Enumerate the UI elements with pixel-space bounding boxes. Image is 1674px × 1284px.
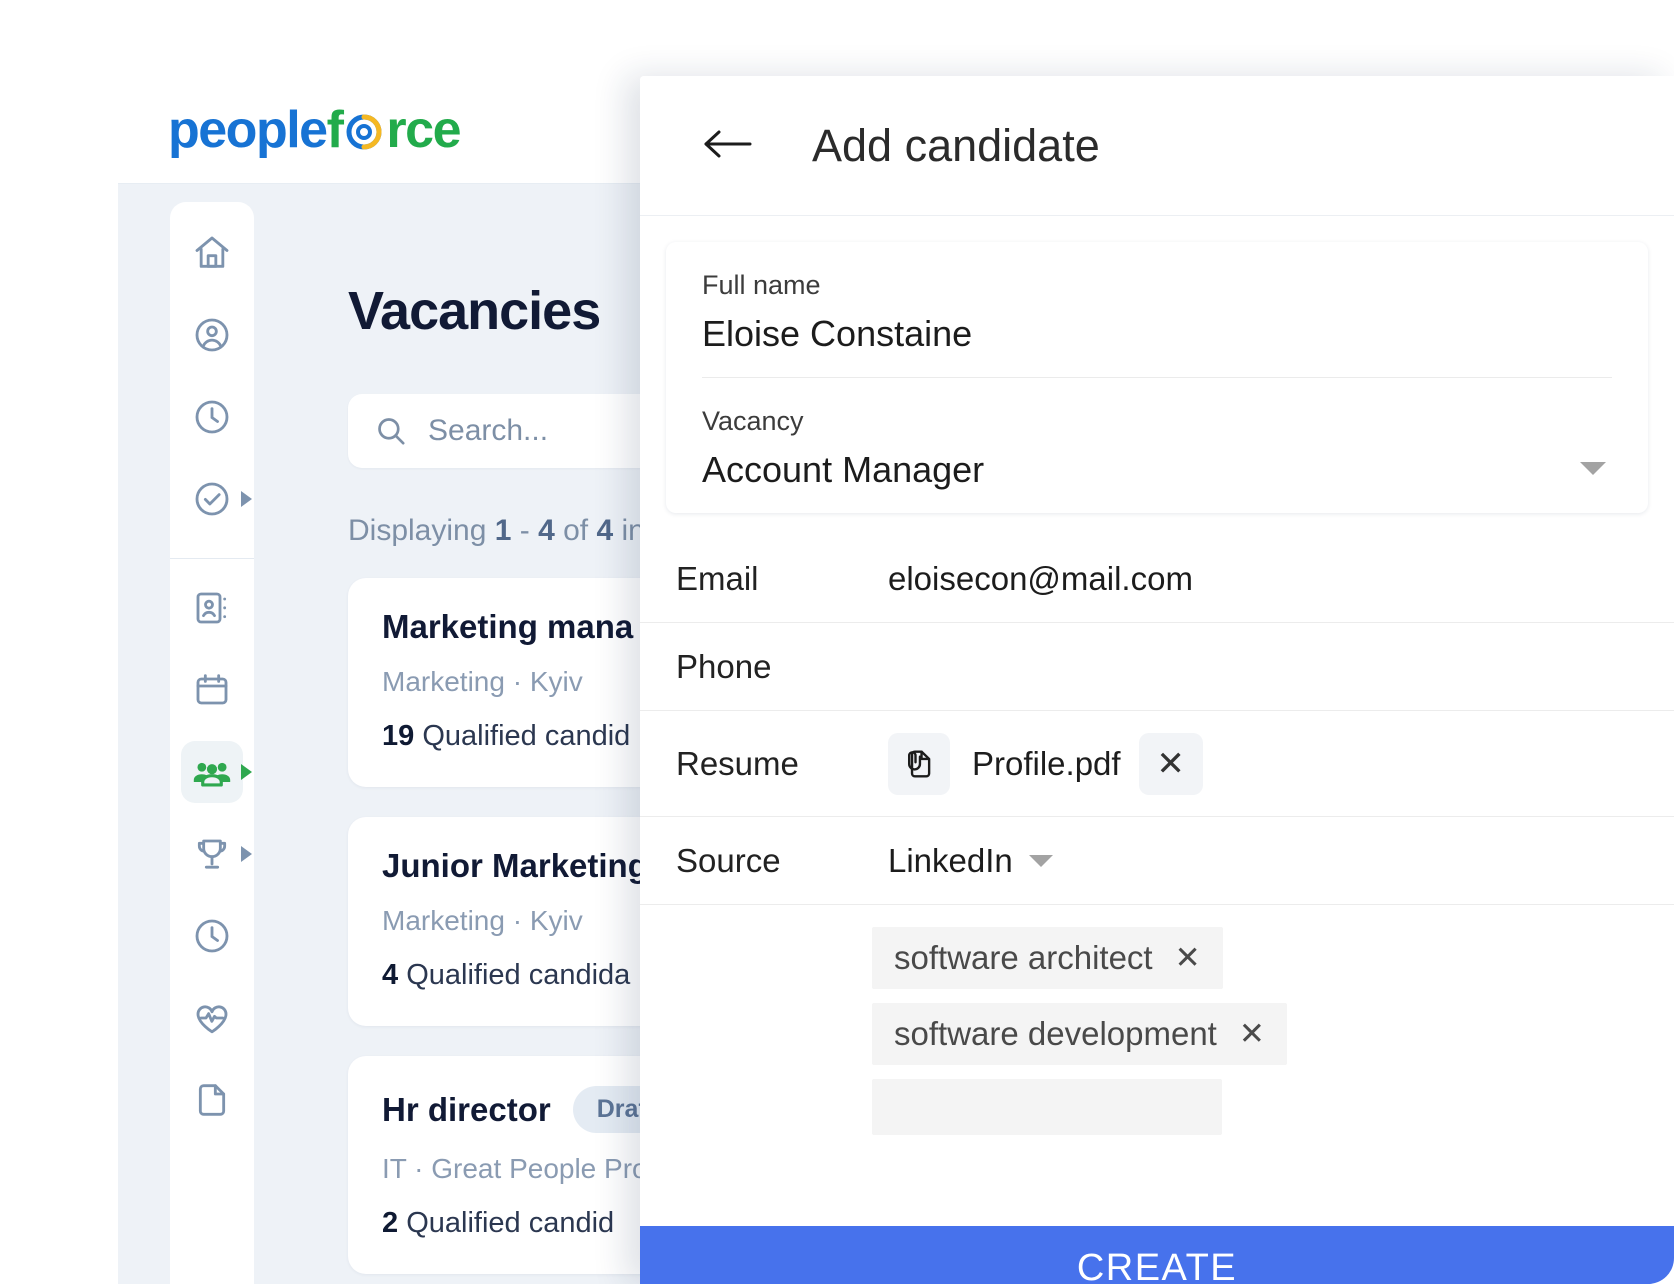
tags-list: software architect ✕ software developmen… [640, 905, 1674, 1135]
full-name-label: Full name [702, 270, 821, 300]
vacancy-field[interactable]: Vacancy [702, 377, 1612, 513]
vacancy-title: Junior Marketing [382, 847, 648, 884]
displaying-prefix: Displaying [348, 514, 495, 547]
sidebar-item-contacts[interactable] [170, 567, 254, 649]
vacancy-count-number: 2 [382, 1207, 399, 1239]
resume-file-chip: Profile.pdf ✕ [888, 732, 1203, 795]
chevron-right-icon [241, 846, 252, 862]
detail-rows: Email eloisecon@mail.com Phone Resume Pr… [640, 535, 1674, 1135]
source-value-wrap[interactable]: LinkedIn [888, 842, 1053, 880]
sidebar-item-wellness[interactable] [170, 977, 254, 1059]
sidebar-item-home[interactable] [170, 212, 254, 294]
logo-text-f: f [326, 101, 344, 159]
sidebar-item-timeoff[interactable] [170, 895, 254, 977]
source-row[interactable]: Source LinkedIn [640, 817, 1674, 905]
vacancy-count-label: Qualified candid [398, 1207, 615, 1239]
screenshot-root: peoplef rce Vacancies Search... Displayi… [0, 0, 1674, 1284]
sidebar-item-calendar[interactable] [170, 649, 254, 731]
phone-label: Phone [676, 647, 772, 685]
search-icon [374, 414, 408, 448]
add-candidate-panel: Add candidate Full name Vacancy Email el… [640, 76, 1674, 1284]
chevron-right-icon [241, 491, 252, 507]
sidebar-divider [170, 558, 254, 559]
displaying-total: 4 [596, 514, 614, 547]
source-label: Source [676, 841, 781, 879]
panel-header: Add candidate [640, 76, 1674, 216]
people-group-icon [181, 741, 243, 803]
vacancy-count-number: 4 [382, 959, 399, 991]
document-icon [181, 1069, 243, 1131]
remove-tag-button[interactable]: ✕ [1239, 1016, 1265, 1052]
vacancy-label: Vacancy [702, 406, 804, 436]
heart-pulse-icon [181, 987, 243, 1049]
peopleforce-logo[interactable]: peoplef rce [168, 100, 461, 160]
panel-title: Add candidate [812, 119, 1100, 171]
vacancy-title: Marketing mana [382, 608, 634, 645]
logo-text-rce: rce [386, 101, 461, 159]
email-value[interactable]: eloisecon@mail.com [888, 560, 1193, 598]
logo-text-people: people [168, 101, 328, 159]
primary-fields-card: Full name Vacancy [666, 242, 1648, 513]
tag-label: software architect [894, 939, 1153, 976]
resume-file-name: Profile.pdf [972, 744, 1121, 782]
tag-item-partial[interactable] [872, 1079, 1222, 1135]
user-circle-icon [181, 304, 243, 366]
clock-icon [181, 905, 243, 967]
source-value: LinkedIn [888, 841, 1013, 879]
vacancy-title: Hr director [382, 1090, 551, 1128]
resume-label: Resume [676, 744, 799, 782]
resume-row[interactable]: Resume Profile.pdf ✕ [640, 711, 1674, 817]
vacancy-select-value[interactable] [702, 449, 1612, 491]
displaying-to: 4 [538, 514, 555, 547]
full-name-input[interactable] [702, 313, 1612, 355]
vacancy-count-label: Qualified candida [398, 959, 631, 991]
logo-swirl-icon [343, 106, 385, 150]
remove-resume-button[interactable]: ✕ [1138, 732, 1203, 795]
phone-row[interactable]: Phone [640, 623, 1674, 711]
address-book-icon [181, 577, 243, 639]
clock-icon [181, 386, 243, 448]
displaying-dash: - [511, 514, 539, 547]
sidebar-item-recruitment[interactable] [170, 731, 254, 813]
sidebar-item-performance[interactable] [170, 813, 254, 895]
tag-item[interactable]: software architect ✕ [872, 927, 1223, 989]
home-icon [181, 222, 243, 284]
sidebar-item-documents[interactable] [170, 1059, 254, 1141]
sidebar-rail [170, 202, 254, 1284]
arrow-left-icon [701, 127, 753, 164]
full-name-field[interactable]: Full name [702, 242, 1612, 377]
trophy-icon [181, 823, 243, 885]
sidebar-item-tasks[interactable] [170, 458, 254, 540]
sidebar-item-profile[interactable] [170, 294, 254, 376]
check-circle-icon [181, 468, 243, 530]
back-button[interactable] [698, 117, 756, 175]
create-button[interactable]: CREATE [640, 1226, 1674, 1284]
calendar-icon [181, 659, 243, 721]
email-row[interactable]: Email eloisecon@mail.com [640, 535, 1674, 623]
remove-tag-button[interactable]: ✕ [1175, 940, 1201, 976]
tag-label: software development [894, 1015, 1217, 1052]
attachment-icon[interactable] [888, 732, 950, 795]
displaying-from: 1 [494, 514, 512, 547]
chevron-right-icon [241, 764, 252, 780]
email-label: Email [676, 559, 759, 597]
vacancy-count-label: Qualified candid [414, 720, 631, 752]
sidebar-item-time[interactable] [170, 376, 254, 458]
tag-item[interactable]: software development ✕ [872, 1003, 1287, 1065]
chevron-down-icon[interactable] [1028, 854, 1053, 867]
panel-body: Full name Vacancy Email eloisecon@mail.c… [640, 242, 1674, 1284]
chevron-down-icon[interactable] [1580, 462, 1606, 475]
vacancy-count-number: 19 [382, 720, 415, 752]
displaying-of: of [554, 514, 597, 547]
